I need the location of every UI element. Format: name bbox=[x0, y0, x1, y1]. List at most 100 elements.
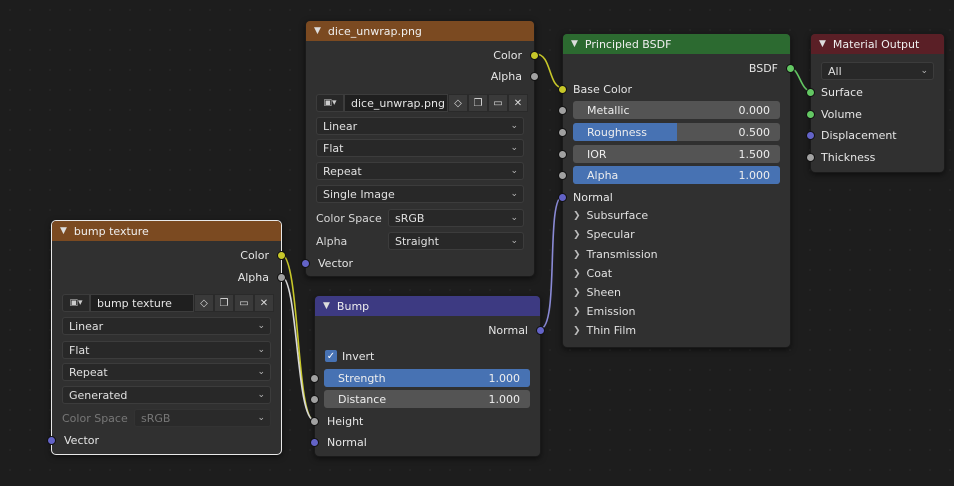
dropdown-value: Flat bbox=[323, 141, 344, 155]
float-socket-icon[interactable] bbox=[558, 171, 567, 180]
source-dropdown[interactable]: Single Image ⌄ bbox=[316, 185, 524, 203]
image-name-field[interactable]: bump texture bbox=[90, 294, 194, 312]
float-socket-icon[interactable] bbox=[806, 153, 815, 162]
unlink-close-icon[interactable]: ✕ bbox=[508, 94, 528, 112]
shader-socket-icon[interactable] bbox=[786, 64, 795, 73]
socket-label: Normal bbox=[573, 190, 613, 204]
input-vector: Vector bbox=[47, 430, 281, 450]
float-socket-icon[interactable] bbox=[558, 128, 567, 137]
material-output-node[interactable]: ▼ Material Output All ⌄ Surface Volume Di… bbox=[806, 33, 945, 173]
vector-socket-icon[interactable] bbox=[47, 436, 56, 445]
vector-socket-icon[interactable] bbox=[536, 326, 545, 335]
node-header[interactable]: ▼ Bump bbox=[315, 296, 540, 316]
chevron-down-icon: ⌄ bbox=[510, 189, 518, 199]
open-folder-icon[interactable]: ▭ bbox=[234, 294, 254, 312]
panel-subsurface[interactable]: ❯ Subsurface bbox=[573, 206, 648, 225]
bump-node[interactable]: ▼ Bump Normal ✓ Invert Strength 1.000 Di… bbox=[310, 295, 545, 457]
node-header[interactable]: ▼ Material Output bbox=[811, 34, 944, 54]
checkmark-icon[interactable]: ✓ bbox=[325, 350, 337, 362]
panel-label: Emission bbox=[586, 305, 636, 318]
float-socket-icon[interactable] bbox=[530, 72, 539, 81]
invert-checkbox-row[interactable]: ✓ Invert bbox=[315, 346, 540, 366]
principled-bsdf-node[interactable]: ▼ Principled BSDF BSDF Base Color Metall… bbox=[558, 33, 795, 348]
input-vector: Vector bbox=[301, 253, 534, 273]
socket-label: Normal bbox=[327, 435, 367, 449]
float-socket-icon[interactable] bbox=[558, 106, 567, 115]
float-socket-icon[interactable] bbox=[310, 395, 319, 404]
float-socket-icon[interactable] bbox=[558, 150, 567, 159]
collapse-chevron-icon[interactable]: ▼ bbox=[571, 39, 578, 49]
image-texture-node-bump[interactable]: ▼ bump texture Color Alpha ▣▾ bump textu… bbox=[47, 220, 286, 455]
projection-dropdown[interactable]: Flat ⌄ bbox=[62, 341, 271, 359]
input-thickness: Thickness bbox=[806, 147, 944, 167]
source-dropdown[interactable]: Generated ⌄ bbox=[62, 386, 271, 404]
collapse-chevron-icon[interactable]: ▼ bbox=[314, 26, 321, 36]
output-color: Color bbox=[52, 245, 286, 265]
node-header[interactable]: ▼ dice_unwrap.png bbox=[306, 21, 534, 41]
render-target-dropdown[interactable]: All ⌄ bbox=[821, 62, 934, 80]
node-header[interactable]: ▼ Principled BSDF bbox=[563, 34, 790, 54]
color-space-dropdown-disabled: sRGB ⌄ bbox=[134, 409, 271, 427]
metallic-slider[interactable]: Metallic 0.000 bbox=[573, 101, 780, 119]
link-dice-color-to-base-color bbox=[535, 53, 564, 89]
socket-label: Displacement bbox=[821, 128, 897, 142]
ior-field[interactable]: IOR 1.500 bbox=[573, 145, 780, 163]
float-socket-icon[interactable] bbox=[310, 417, 319, 426]
shader-socket-icon[interactable] bbox=[806, 110, 815, 119]
image-name-field[interactable]: dice_unwrap.png bbox=[344, 94, 448, 112]
chevron-down-icon: ⌄ bbox=[510, 213, 518, 223]
distance-field[interactable]: Distance 1.000 bbox=[324, 390, 530, 408]
socket-label: Thickness bbox=[821, 150, 876, 164]
extension-dropdown[interactable]: Repeat ⌄ bbox=[316, 162, 524, 180]
node-header[interactable]: ▼ bump texture bbox=[52, 221, 281, 241]
fake-user-shield-icon[interactable]: ◇ bbox=[448, 94, 468, 112]
color-socket-icon[interactable] bbox=[558, 85, 567, 94]
collapse-chevron-icon[interactable]: ▼ bbox=[819, 39, 826, 49]
interpolation-dropdown[interactable]: Linear ⌄ bbox=[316, 117, 524, 135]
field-value: 1.500 bbox=[738, 147, 771, 161]
shader-socket-icon[interactable] bbox=[806, 88, 815, 97]
open-folder-icon[interactable]: ▭ bbox=[488, 94, 508, 112]
alpha-mode-dropdown[interactable]: Straight ⌄ bbox=[388, 232, 524, 250]
roughness-slider[interactable]: Roughness 0.500 bbox=[573, 123, 780, 141]
node-title: bump texture bbox=[73, 224, 149, 238]
fake-user-shield-icon[interactable]: ◇ bbox=[194, 294, 214, 312]
image-texture-node-dice[interactable]: ▼ dice_unwrap.png Color Alpha ▣▾ dice_un… bbox=[301, 20, 539, 277]
color-socket-icon[interactable] bbox=[530, 51, 539, 60]
panel-coat[interactable]: ❯ Coat bbox=[573, 264, 612, 283]
collapse-chevron-icon[interactable]: ▼ bbox=[323, 301, 330, 311]
vector-socket-icon[interactable] bbox=[558, 193, 567, 202]
float-socket-icon[interactable] bbox=[277, 273, 286, 282]
chevron-down-icon: ⌄ bbox=[510, 236, 518, 246]
color-space-dropdown[interactable]: sRGB ⌄ bbox=[388, 209, 524, 227]
panel-specular[interactable]: ❯ Specular bbox=[573, 225, 635, 244]
image-icon: ▣▾ bbox=[69, 298, 83, 308]
float-socket-icon[interactable] bbox=[310, 374, 319, 383]
image-browse-button[interactable]: ▣▾ bbox=[62, 294, 90, 312]
chevron-right-icon: ❯ bbox=[573, 249, 581, 260]
panel-thin-film[interactable]: ❯ Thin Film bbox=[573, 321, 636, 340]
vector-socket-icon[interactable] bbox=[310, 438, 319, 447]
checkbox-label: Invert bbox=[342, 349, 375, 363]
duplicate-icon[interactable]: ❐ bbox=[214, 294, 234, 312]
vector-socket-icon[interactable] bbox=[301, 259, 310, 268]
interpolation-dropdown[interactable]: Linear ⌄ bbox=[62, 317, 271, 335]
dropdown-value: Generated bbox=[69, 388, 128, 402]
alpha-slider[interactable]: Alpha 1.000 bbox=[573, 166, 780, 184]
vector-socket-icon[interactable] bbox=[806, 131, 815, 140]
panel-transmission[interactable]: ❯ Transmission bbox=[573, 245, 658, 264]
input-surface: Surface bbox=[806, 82, 944, 102]
output-bsdf: BSDF bbox=[563, 58, 795, 78]
unlink-close-icon[interactable]: ✕ bbox=[254, 294, 274, 312]
strength-slider[interactable]: Strength 1.000 bbox=[324, 369, 530, 387]
image-browse-button[interactable]: ▣▾ bbox=[316, 94, 344, 112]
projection-dropdown[interactable]: Flat ⌄ bbox=[316, 139, 524, 157]
color-socket-icon[interactable] bbox=[277, 251, 286, 260]
duplicate-icon[interactable]: ❐ bbox=[468, 94, 488, 112]
panel-sheen[interactable]: ❯ Sheen bbox=[573, 283, 621, 302]
panel-label: Coat bbox=[586, 267, 613, 280]
collapse-chevron-icon[interactable]: ▼ bbox=[60, 226, 67, 236]
panel-emission[interactable]: ❯ Emission bbox=[573, 302, 636, 321]
extension-dropdown[interactable]: Repeat ⌄ bbox=[62, 363, 271, 381]
output-normal: Normal bbox=[315, 320, 545, 340]
